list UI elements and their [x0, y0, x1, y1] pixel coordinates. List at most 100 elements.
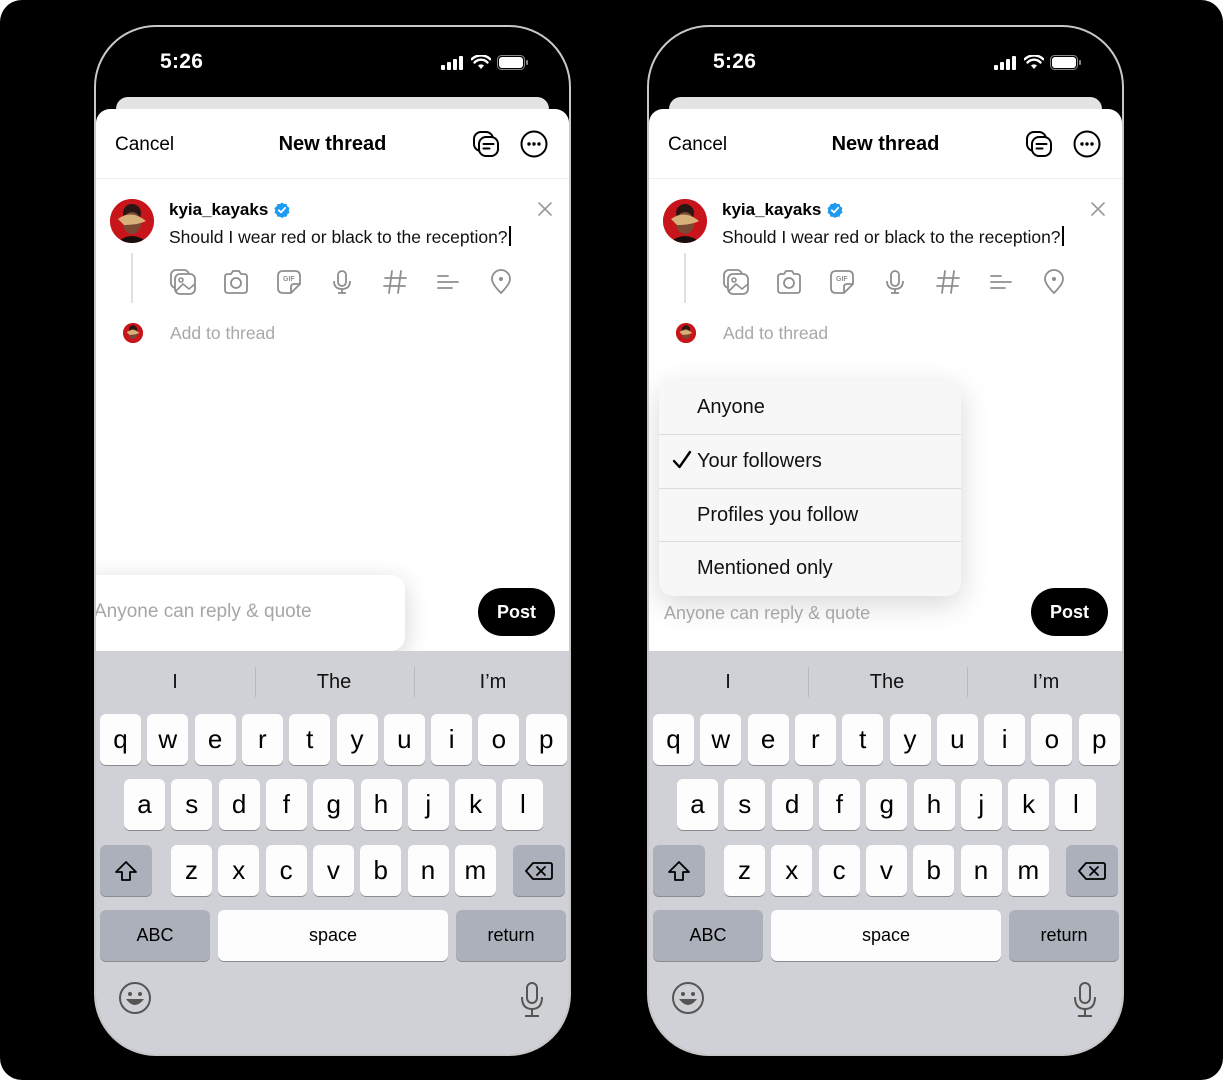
drafts-stack-icon[interactable] [1024, 129, 1054, 159]
key-p[interactable]: p [1078, 714, 1120, 765]
key-m[interactable]: m [1007, 845, 1049, 896]
menu-item-anyone[interactable]: Anyone [659, 381, 961, 435]
gif-icon[interactable]: GIF [828, 268, 856, 296]
key-i[interactable]: i [984, 714, 1026, 765]
suggestion-item[interactable]: The [255, 671, 413, 694]
key-g[interactable]: g [313, 779, 355, 830]
abc-key[interactable]: ABC [653, 910, 763, 961]
key-q[interactable]: q [653, 714, 694, 765]
space-key[interactable]: space [771, 910, 1001, 961]
username[interactable]: kyia_kayaks [722, 200, 821, 220]
suggestion-item[interactable]: I’m [414, 671, 569, 694]
post-button[interactable]: Post [1031, 588, 1108, 636]
key-h[interactable]: h [360, 779, 402, 830]
key-b[interactable]: b [913, 845, 955, 896]
post-button[interactable]: Post [478, 588, 555, 636]
key-d[interactable]: d [771, 779, 813, 830]
key-u[interactable]: u [936, 714, 978, 765]
key-g[interactable]: g [866, 779, 908, 830]
key-t[interactable]: t [842, 714, 884, 765]
key-v[interactable]: v [865, 845, 907, 896]
poll-icon[interactable] [987, 268, 1015, 296]
camera-icon[interactable] [775, 268, 803, 296]
key-n[interactable]: n [960, 845, 1002, 896]
key-f[interactable]: f [265, 779, 307, 830]
key-y[interactable]: y [336, 714, 378, 765]
location-pin-icon[interactable] [1040, 268, 1068, 296]
key-y[interactable]: y [889, 714, 931, 765]
more-options-icon[interactable] [519, 129, 549, 159]
key-a[interactable]: a [124, 779, 165, 830]
location-pin-icon[interactable] [487, 268, 515, 296]
username[interactable]: kyia_kayaks [169, 200, 268, 220]
key-x[interactable]: x [218, 845, 260, 896]
key-s[interactable]: s [724, 779, 766, 830]
key-v[interactable]: v [312, 845, 354, 896]
key-e[interactable]: e [194, 714, 236, 765]
gif-icon[interactable]: GIF [275, 268, 303, 296]
gallery-icon[interactable] [722, 268, 750, 296]
reply-setting-button[interactable]: Anyone can reply & quote [664, 603, 870, 624]
microphone-icon[interactable] [881, 268, 909, 296]
key-x[interactable]: x [771, 845, 813, 896]
return-key[interactable]: return [1009, 910, 1119, 961]
return-key[interactable]: return [456, 910, 566, 961]
menu-item-mentioned-only[interactable]: Mentioned only [659, 542, 961, 596]
abc-key[interactable]: ABC [100, 910, 210, 961]
key-c[interactable]: c [818, 845, 860, 896]
delete-key[interactable] [1066, 845, 1118, 896]
emoji-icon[interactable] [671, 981, 705, 1015]
shift-key[interactable] [100, 845, 152, 896]
key-w[interactable]: w [700, 714, 742, 765]
key-p[interactable]: p [525, 714, 567, 765]
more-options-icon[interactable] [1072, 129, 1102, 159]
key-k[interactable]: k [1008, 779, 1050, 830]
emoji-icon[interactable] [118, 981, 152, 1015]
microphone-icon[interactable] [328, 268, 356, 296]
key-m[interactable]: m [454, 845, 496, 896]
key-o[interactable]: o [1031, 714, 1073, 765]
shift-key[interactable] [653, 845, 705, 896]
key-q[interactable]: q [100, 714, 141, 765]
camera-icon[interactable] [222, 268, 250, 296]
delete-key[interactable] [513, 845, 565, 896]
hashtag-icon[interactable] [381, 268, 409, 296]
key-z[interactable]: z [724, 845, 765, 896]
key-r[interactable]: r [794, 714, 836, 765]
key-h[interactable]: h [913, 779, 955, 830]
key-a[interactable]: a [677, 779, 718, 830]
key-d[interactable]: d [218, 779, 260, 830]
key-l[interactable]: l [502, 779, 544, 830]
key-e[interactable]: e [747, 714, 789, 765]
space-key[interactable]: space [218, 910, 448, 961]
post-text-input[interactable]: Should I wear red or black to the recept… [169, 226, 511, 248]
suggestion-item[interactable]: I [96, 671, 254, 694]
post-text-input[interactable]: Should I wear red or black to the recept… [722, 226, 1064, 248]
close-icon[interactable] [535, 199, 555, 219]
dictation-microphone-icon[interactable] [1072, 981, 1098, 1019]
menu-item-profiles-you-follow[interactable]: Profiles you follow [659, 489, 961, 543]
gallery-icon[interactable] [169, 268, 197, 296]
key-z[interactable]: z [171, 845, 212, 896]
key-f[interactable]: f [818, 779, 860, 830]
key-k[interactable]: k [455, 779, 497, 830]
key-o[interactable]: o [478, 714, 520, 765]
suggestion-item[interactable]: The [808, 671, 966, 694]
key-c[interactable]: c [265, 845, 307, 896]
key-j[interactable]: j [960, 779, 1002, 830]
hashtag-icon[interactable] [934, 268, 962, 296]
drafts-stack-icon[interactable] [471, 129, 501, 159]
add-to-thread-row[interactable]: Add to thread [676, 323, 828, 343]
key-t[interactable]: t [289, 714, 331, 765]
suggestion-item[interactable]: I [649, 671, 807, 694]
poll-icon[interactable] [434, 268, 462, 296]
key-u[interactable]: u [383, 714, 425, 765]
close-icon[interactable] [1088, 199, 1108, 219]
dictation-microphone-icon[interactable] [519, 981, 545, 1019]
key-l[interactable]: l [1055, 779, 1097, 830]
key-b[interactable]: b [360, 845, 402, 896]
suggestion-item[interactable]: I’m [967, 671, 1122, 694]
reply-setting-button[interactable]: Anyone can reply & quote [96, 575, 405, 651]
key-n[interactable]: n [407, 845, 449, 896]
key-i[interactable]: i [431, 714, 473, 765]
